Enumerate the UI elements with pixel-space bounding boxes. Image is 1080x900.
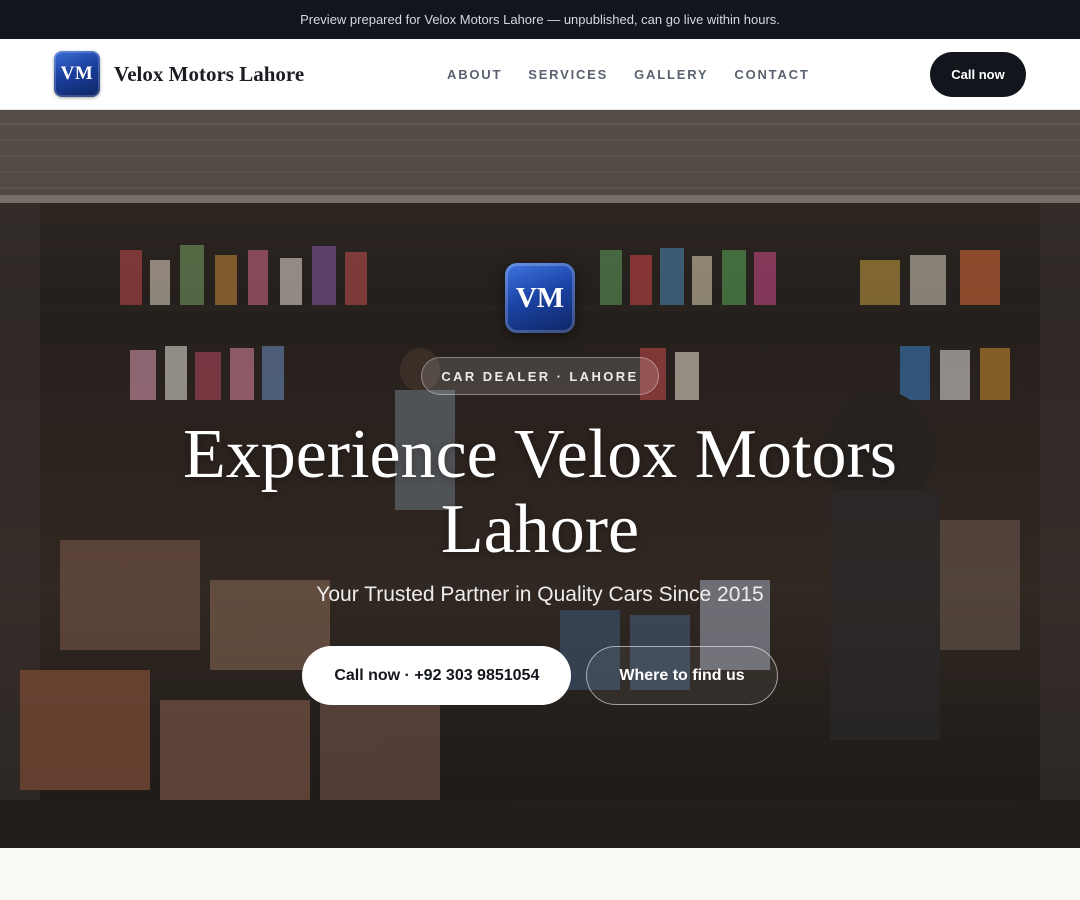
hero-headline: Experience Velox Motors Lahore — [182, 416, 898, 568]
category-badge: CAR DEALER · LAHORE — [421, 357, 659, 395]
hero-section: VM CAR DEALER · LAHORE Experience Velox … — [0, 110, 1080, 848]
brand-name[interactable]: Velox Motors Lahore — [114, 62, 304, 87]
main-nav: ABOUT SERVICES GALLERY CONTACT — [447, 39, 810, 109]
hero-cta-row: Call now · +92 303 9851054 Where to find… — [302, 646, 778, 705]
nav-link-services[interactable]: SERVICES — [528, 67, 608, 82]
call-now-button[interactable]: Call now · +92 303 9851054 — [302, 646, 572, 705]
category-badge-text: CAR DEALER · LAHORE — [441, 368, 639, 384]
nav-link-contact[interactable]: CONTACT — [734, 67, 809, 82]
nav-link-about[interactable]: ABOUT — [447, 67, 502, 82]
preview-notice-bar: Preview prepared for Velox Motors Lahore… — [0, 0, 1080, 39]
next-section-edge — [0, 848, 1080, 900]
hero-logo: VM — [505, 263, 575, 333]
hero-tagline: Your Trusted Partner in Quality Cars Sin… — [316, 583, 764, 606]
hero-content: VM CAR DEALER · LAHORE Experience Velox … — [0, 110, 1080, 705]
find-us-button[interactable]: Where to find us — [586, 646, 778, 705]
nav-link-gallery[interactable]: GALLERY — [634, 67, 708, 82]
brand-logo[interactable]: VM — [54, 51, 100, 97]
brand[interactable]: VM Velox Motors Lahore — [54, 51, 304, 97]
header-call-button[interactable]: Call now — [930, 52, 1026, 97]
preview-notice-text: Preview prepared for Velox Motors Lahore… — [300, 12, 780, 27]
site-header: VM Velox Motors Lahore ABOUT SERVICES GA… — [0, 39, 1080, 110]
